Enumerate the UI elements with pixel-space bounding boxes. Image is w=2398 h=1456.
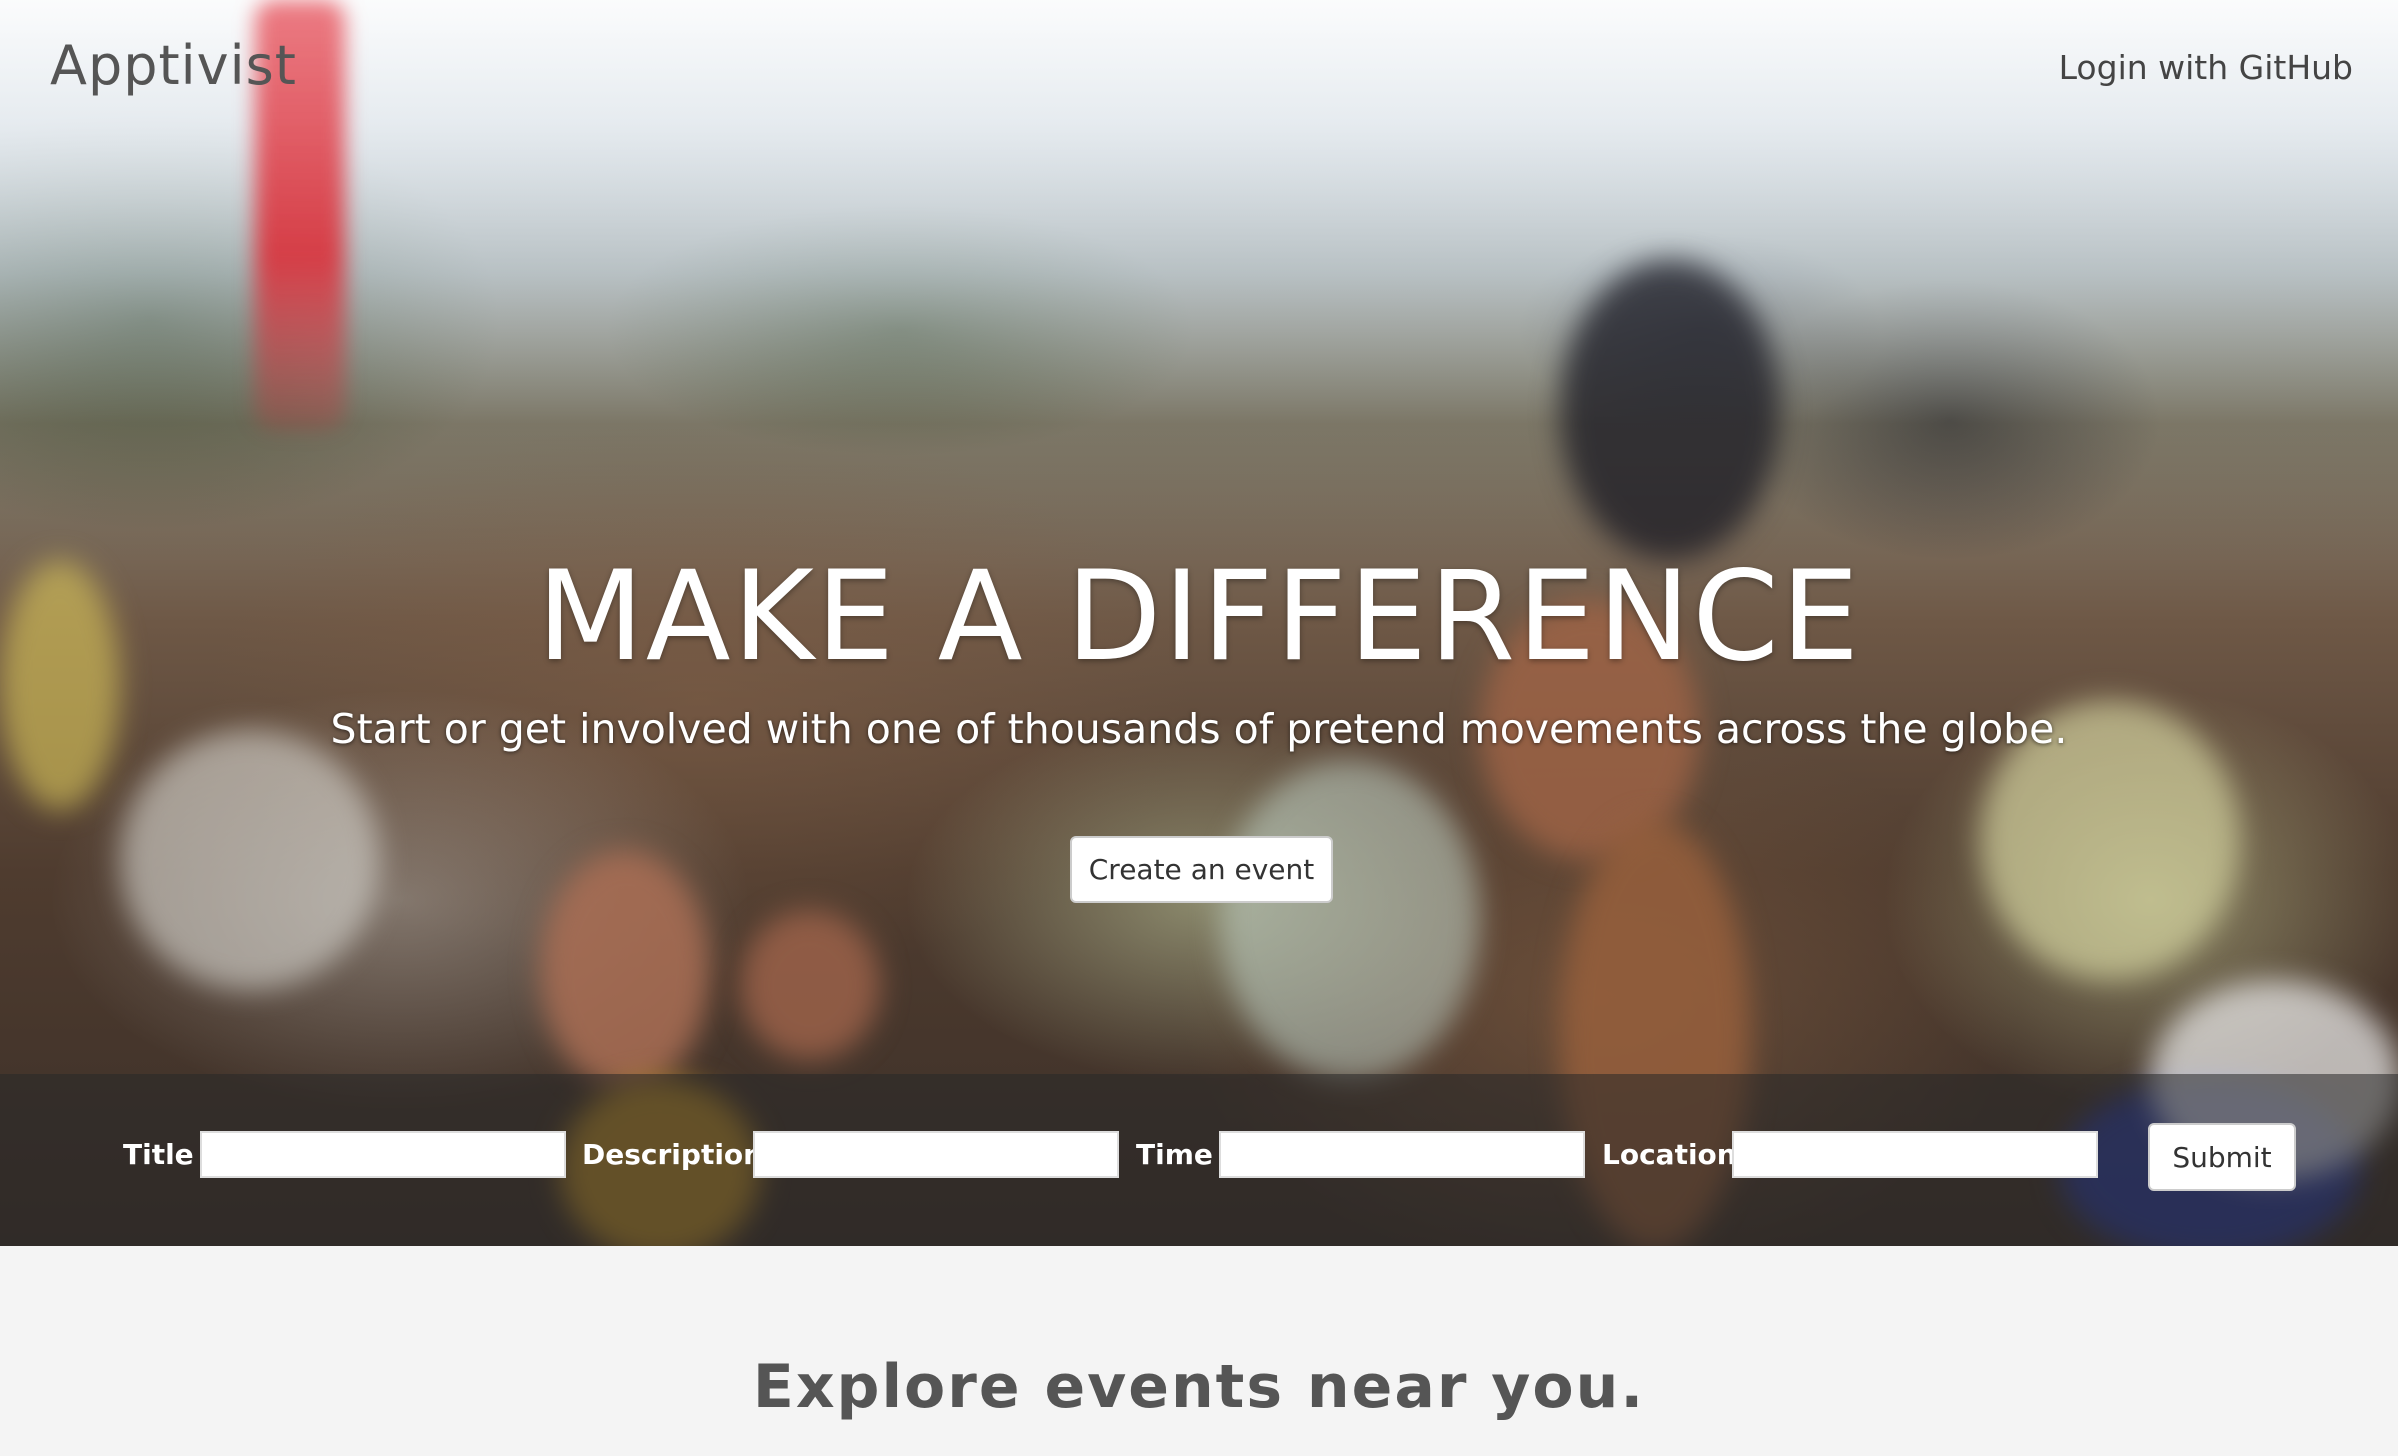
explore-heading: Explore events near you. (752, 1352, 1646, 1422)
location-label: Location (1602, 1138, 1737, 1171)
crowd-image (1560, 260, 1780, 560)
crowd-image (740, 910, 880, 1060)
title-input[interactable] (200, 1131, 566, 1178)
hero-headline: MAKE A DIFFERENCE (536, 545, 1862, 689)
create-event-button[interactable]: Create an event (1070, 836, 1333, 903)
crowd-image (1220, 760, 1480, 1080)
brand-logo[interactable]: Apptivist (50, 34, 297, 97)
time-label: Time (1136, 1138, 1213, 1171)
title-label: Title (123, 1138, 194, 1171)
description-input[interactable] (753, 1131, 1119, 1178)
crowd-image (120, 730, 380, 990)
location-input[interactable] (1732, 1131, 2098, 1178)
login-github-link[interactable]: Login with GitHub (2059, 48, 2353, 87)
submit-button[interactable]: Submit (2148, 1123, 2296, 1191)
hero-subline: Start or get involved with one of thousa… (330, 705, 2068, 753)
crowd-image (540, 850, 710, 1090)
description-label: Description (582, 1138, 764, 1171)
time-input[interactable] (1219, 1131, 1585, 1178)
